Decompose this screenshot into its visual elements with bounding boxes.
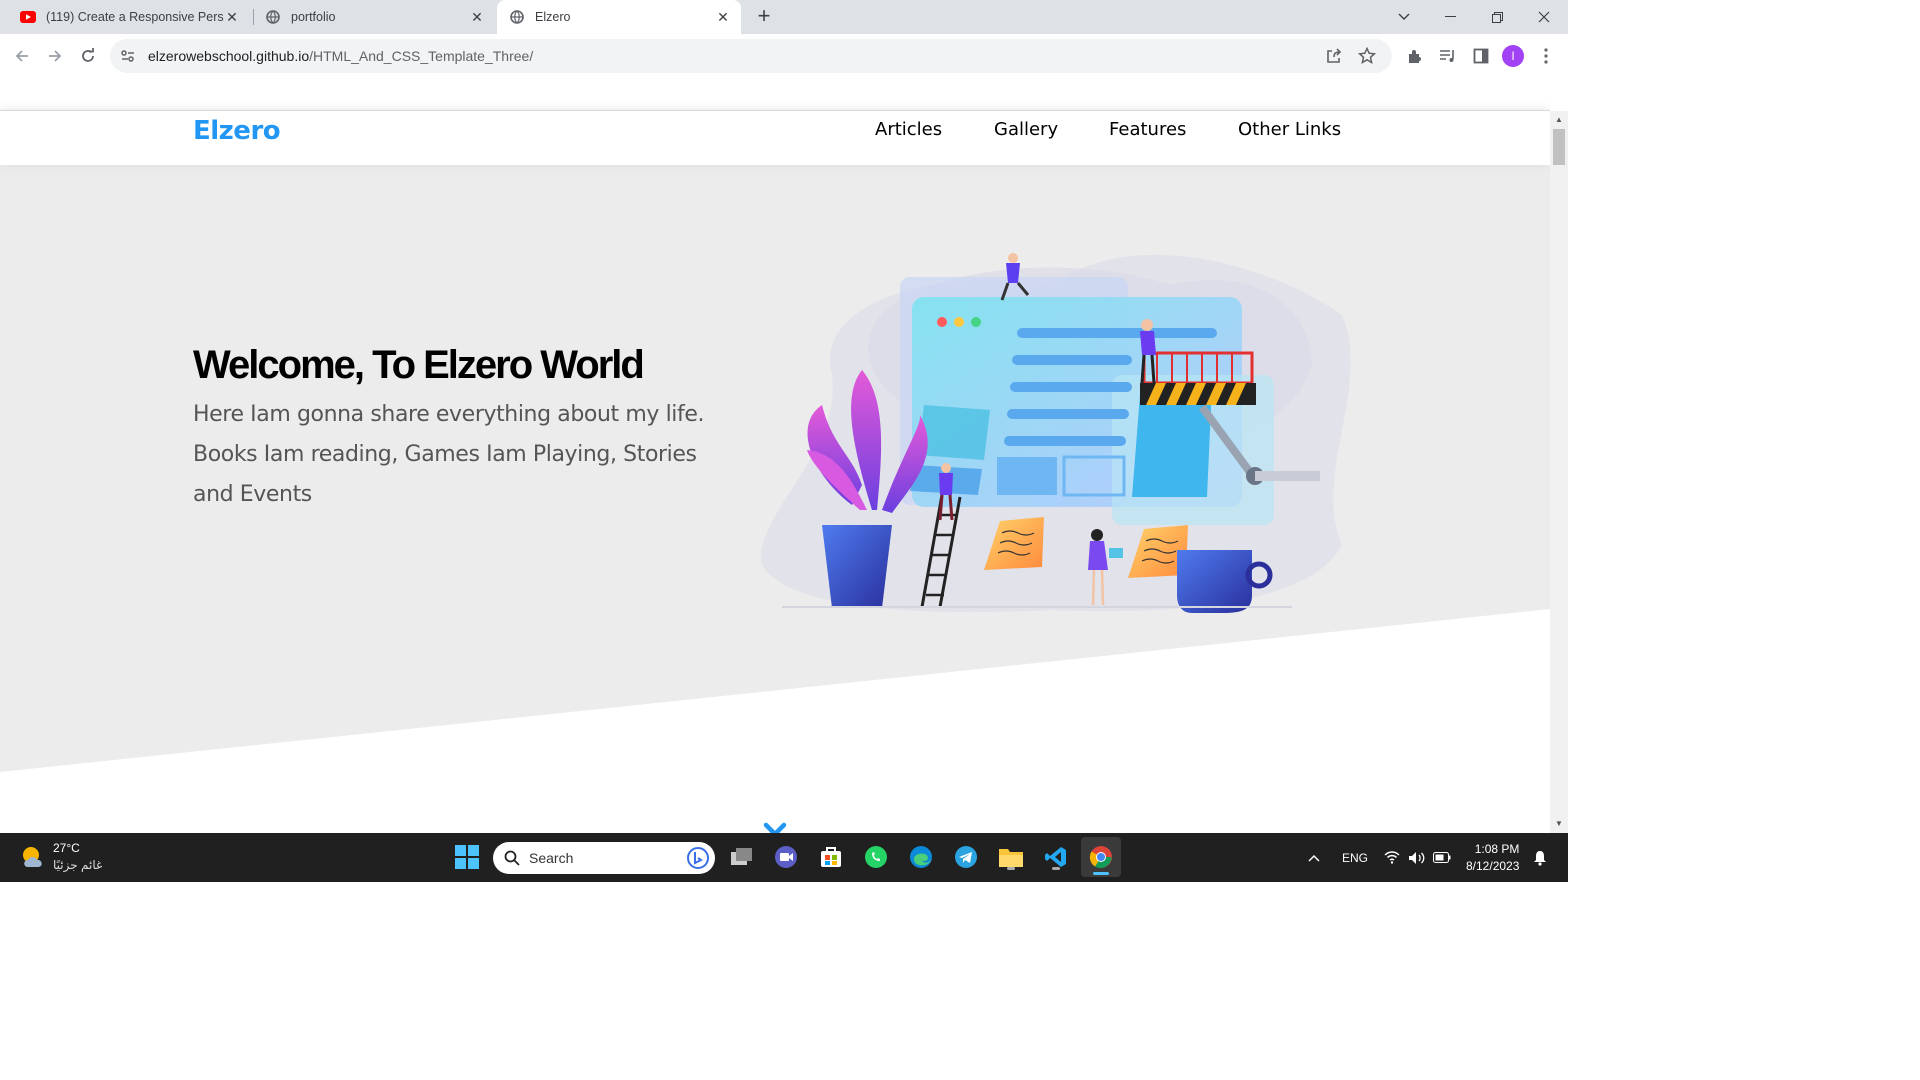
- weather-temperature[interactable]: 27°C: [53, 841, 80, 855]
- url-path: /HTML_And_CSS_Template_Three/: [309, 48, 534, 64]
- clock-time: 1:08 PM: [1474, 842, 1520, 856]
- scroll-up-icon[interactable]: ▲: [1550, 113, 1568, 127]
- whatsapp-icon[interactable]: [861, 842, 891, 872]
- system-clock[interactable]: 1:08 PM 8/12/2023: [1466, 841, 1519, 875]
- back-button[interactable]: [10, 44, 34, 68]
- globe-icon: [509, 9, 525, 25]
- forward-button[interactable]: [43, 44, 67, 68]
- media-controls-icon[interactable]: [1436, 44, 1460, 68]
- active-indicator: [1093, 872, 1109, 875]
- tab-title: Elzero: [535, 10, 571, 24]
- windows-taskbar: 27°C غائم جزئيًا Search ENG 1:08 PM 8/12…: [0, 833, 1568, 882]
- edge-browser-icon[interactable]: [906, 842, 936, 872]
- weather-description[interactable]: غائم جزئيًا: [53, 858, 102, 872]
- tab-title: portfolio: [291, 10, 336, 24]
- hero-text: Here Iam gonna share everything about my…: [193, 402, 705, 507]
- close-window-button[interactable]: [1521, 0, 1567, 34]
- windows-start-icon[interactable]: [452, 842, 482, 872]
- bookmark-star-icon[interactable]: [1357, 46, 1377, 70]
- hero-illustration: [761, 253, 1351, 613]
- scroll-thumb[interactable]: [1553, 129, 1565, 165]
- youtube-icon: [20, 9, 36, 25]
- battery-icon[interactable]: [1433, 833, 1451, 882]
- page-scrollbar[interactable]: ▲ ▼: [1550, 111, 1568, 833]
- share-icon[interactable]: [1325, 47, 1343, 70]
- url-host: elzerowebschool.github.io: [148, 48, 310, 64]
- extensions-icon[interactable]: [1403, 44, 1427, 68]
- nav-gallery[interactable]: Gallery: [994, 119, 1058, 140]
- landing-section: Welcome, To Elzero World Here Iam gonna …: [0, 165, 1550, 833]
- bing-icon[interactable]: [687, 847, 709, 869]
- site-info-icon[interactable]: [120, 48, 136, 69]
- search-icon: [504, 850, 520, 866]
- weather-partly-cloudy-icon[interactable]: [20, 845, 46, 869]
- running-indicator: [1007, 867, 1015, 870]
- reload-button[interactable]: [76, 44, 100, 68]
- tab-title: (119) Create a Responsive Person: [46, 10, 224, 24]
- profile-avatar[interactable]: I: [1502, 45, 1524, 67]
- menu-kebab-icon[interactable]: [1534, 44, 1558, 68]
- site-header: Elzero Articles Gallery Features Other L…: [0, 111, 1550, 165]
- chrome-icon[interactable]: [1081, 837, 1121, 877]
- nav-articles[interactable]: Articles: [875, 119, 942, 140]
- tab-portfolio[interactable]: portfolio ✕: [245, 0, 495, 34]
- close-icon[interactable]: ✕: [715, 9, 731, 25]
- url-text: elzerowebschool.github.io/HTML_And_CSS_T…: [148, 48, 533, 64]
- microsoft-store-icon[interactable]: [816, 842, 846, 872]
- file-explorer-icon[interactable]: [996, 842, 1026, 872]
- new-tab-button[interactable]: +: [752, 5, 776, 29]
- tab-strip: (119) Create a Responsive Person ✕ portf…: [0, 0, 1568, 34]
- telegram-icon[interactable]: [951, 842, 981, 872]
- tab-youtube[interactable]: (119) Create a Responsive Person ✕: [0, 0, 250, 34]
- nav-features[interactable]: Features: [1109, 119, 1186, 140]
- vscode-icon[interactable]: [1041, 842, 1071, 872]
- taskbar-search-box[interactable]: Search: [493, 842, 715, 874]
- hero-title: Welcome, To Elzero World: [193, 343, 645, 387]
- site-logo[interactable]: Elzero: [193, 116, 281, 146]
- tab-search-icon[interactable]: [1381, 0, 1427, 34]
- restore-button[interactable]: [1474, 0, 1520, 34]
- clock-date: 8/12/2023: [1466, 859, 1520, 873]
- notification-bell-icon[interactable]: [1532, 833, 1548, 882]
- teams-chat-icon[interactable]: [771, 842, 801, 872]
- wifi-icon[interactable]: [1384, 833, 1400, 882]
- language-indicator[interactable]: ENG: [1342, 833, 1368, 882]
- running-indicator: [1052, 867, 1060, 870]
- go-down-arrow-icon[interactable]: [763, 822, 787, 833]
- search-label: Search: [529, 850, 574, 866]
- volume-icon[interactable]: [1408, 833, 1426, 882]
- web-page: Elzero Articles Gallery Features Other L…: [0, 78, 1550, 833]
- show-hidden-icons-chevron[interactable]: [1308, 833, 1320, 882]
- close-icon[interactable]: ✕: [224, 9, 240, 25]
- task-view-icon[interactable]: [727, 842, 757, 872]
- globe-icon: [265, 9, 281, 25]
- tab-elzero[interactable]: Elzero ✕: [497, 0, 741, 34]
- browser-toolbar: elzerowebschool.github.io/HTML_And_CSS_T…: [0, 34, 1568, 78]
- side-panel-icon[interactable]: [1469, 44, 1493, 68]
- close-icon[interactable]: ✕: [469, 9, 485, 25]
- address-bar[interactable]: elzerowebschool.github.io/HTML_And_CSS_T…: [110, 39, 1392, 73]
- nav-other-links[interactable]: Other Links: [1238, 119, 1341, 140]
- minimize-button[interactable]: [1427, 0, 1473, 34]
- scroll-down-icon[interactable]: ▼: [1550, 817, 1568, 831]
